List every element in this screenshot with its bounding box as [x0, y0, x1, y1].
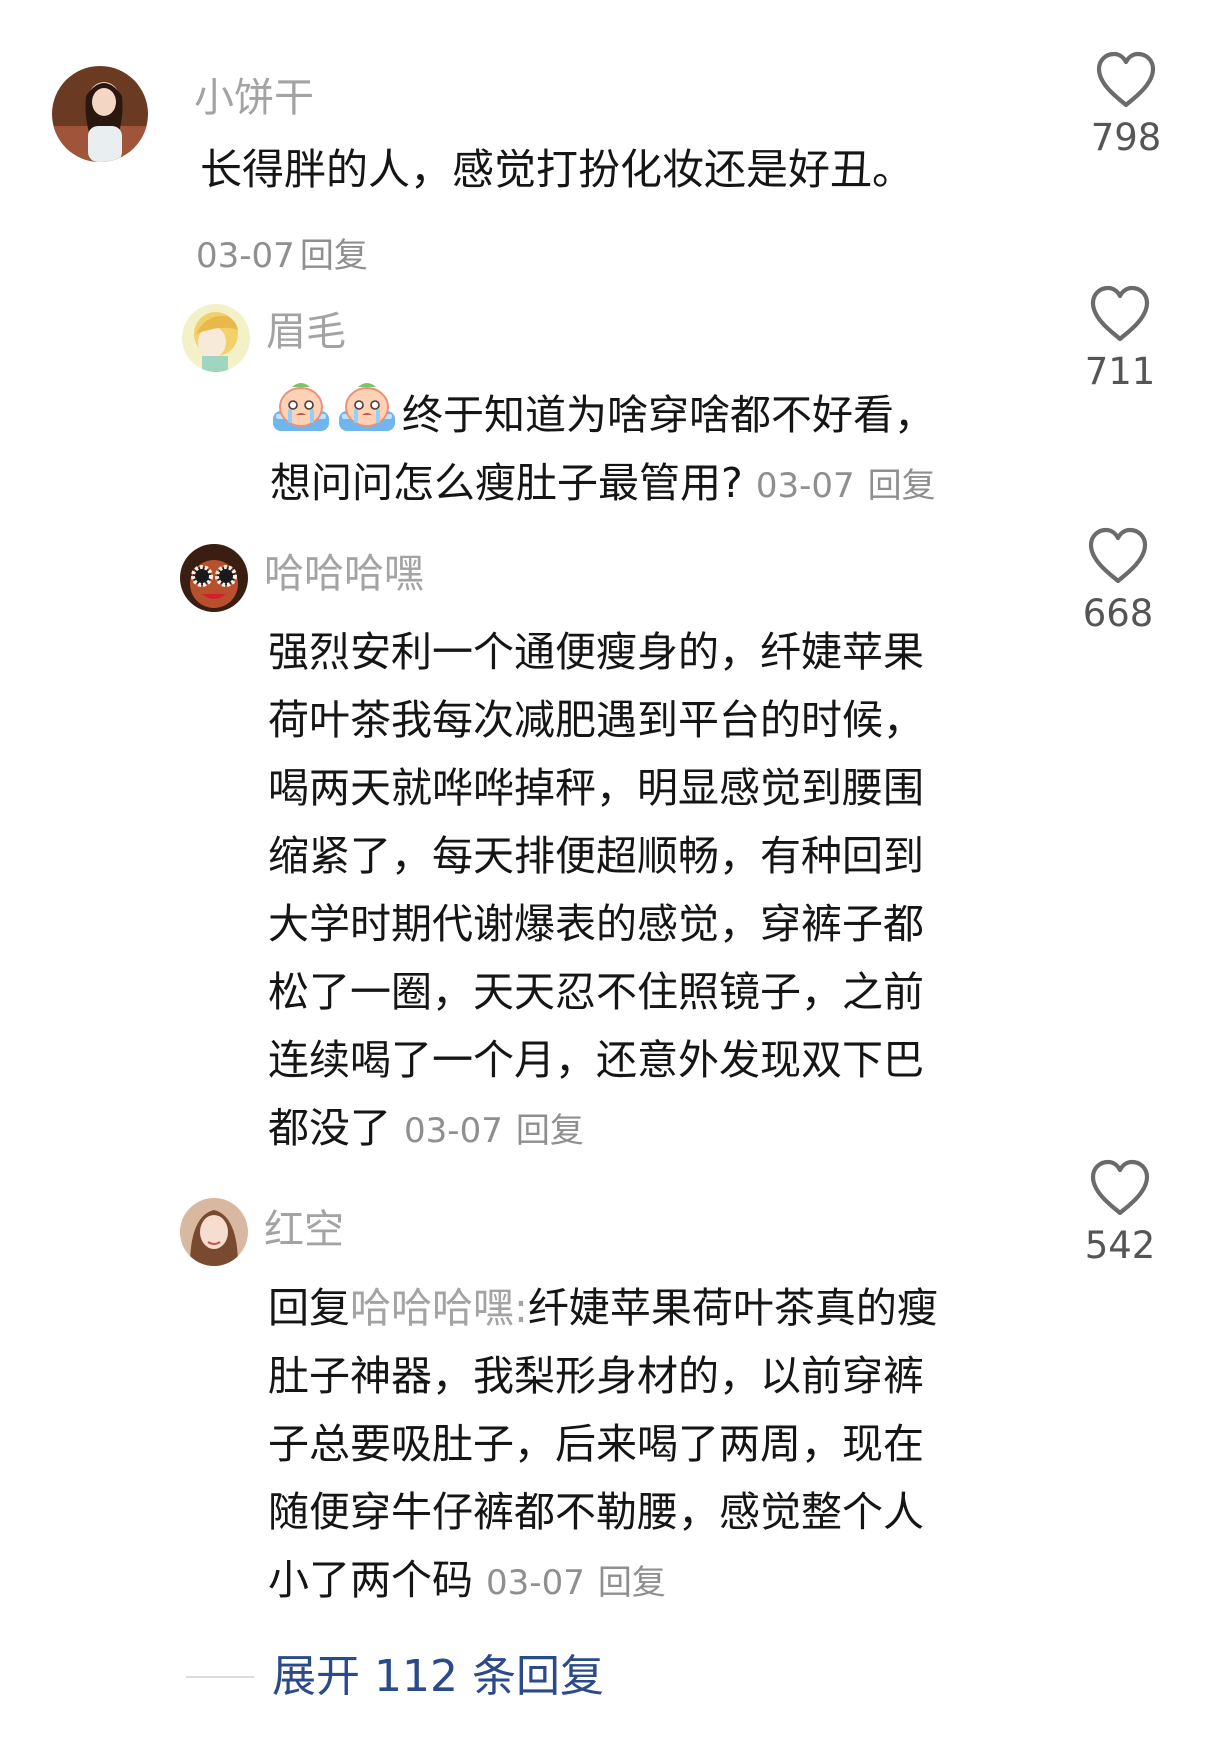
username[interactable]: 眉毛 — [266, 310, 346, 354]
comment-meta: 03-07 回复 — [196, 228, 368, 277]
crying-emoji-icon — [270, 377, 332, 437]
like-button[interactable]: 798 — [1066, 50, 1186, 160]
comment-line: 大学时期代谢爆表的感觉，穿裤子都 — [268, 900, 924, 948]
comment-date: 03-07 — [755, 466, 855, 506]
reply-button[interactable]: 回复 — [598, 1563, 666, 1603]
like-button[interactable]: 668 — [1058, 526, 1178, 636]
comment-line: 强烈安利一个通便瘦身的，纤婕苹果 — [268, 628, 924, 676]
comment-line: 喝两天就哗哗掉秤，明显感觉到腰围 — [268, 764, 924, 812]
reply-button[interactable]: 回复 — [300, 236, 368, 276]
comment-date: 03-07 — [486, 1563, 585, 1603]
reply-button[interactable]: 回复 — [516, 1111, 584, 1151]
comment-line: 都没了 — [268, 1104, 391, 1152]
comment-line: 纤婕苹果荷叶茶真的瘦 — [527, 1284, 938, 1332]
avatar[interactable] — [180, 544, 248, 612]
heart-outline-icon — [1094, 50, 1158, 110]
comment-date: 03-07 — [404, 1111, 503, 1151]
comment-line: 小了两个码 — [268, 1556, 473, 1604]
like-count: 668 — [1082, 592, 1154, 635]
comment-line: 缩紧了，每天排便超顺畅，有种回到 — [268, 832, 924, 880]
reply-prefix: 回复 — [268, 1284, 350, 1332]
comment-date: 03-07 — [196, 236, 295, 276]
like-button[interactable]: 542 — [1060, 1158, 1180, 1268]
heart-outline-icon — [1088, 1158, 1152, 1218]
comment-line: 连续喝了一个月，还意外发现双下巴 — [268, 1036, 924, 1084]
avatar[interactable] — [52, 66, 148, 162]
divider — [186, 1676, 254, 1678]
comment-line: 随便穿牛仔裤都不勒腰，感觉整个人 — [268, 1488, 924, 1536]
crying-emoji-icon — [336, 377, 398, 437]
comment-text: 长得胖的人，感觉打扮化妆还是好丑。 — [200, 136, 914, 204]
reply-button[interactable]: 回复 — [868, 466, 936, 506]
like-button[interactable]: 711 — [1060, 284, 1180, 394]
comment-line: 松了一圈，天天忍不住照镜子，之前 — [268, 968, 924, 1016]
comment-line: 荷叶茶我每次减肥遇到平台的时候， — [268, 696, 924, 744]
avatar[interactable] — [182, 304, 250, 372]
username[interactable]: 哈哈哈嘿 — [264, 552, 424, 596]
expand-replies-row[interactable]: 展开 112 条回复 — [186, 1650, 604, 1704]
comment-text: 回复哈哈哈嘿:纤婕苹果荷叶茶真的瘦 肚子神器，我梨形身材的，以前穿裤 子总要吸肚… — [268, 1274, 938, 1617]
mention-link[interactable]: 哈哈哈嘿: — [350, 1284, 528, 1332]
comment-text: 终于知道为啥穿啥都不好看， 想问问怎么瘦肚子最管用? 03-07 回复 — [270, 377, 936, 520]
comment-line: 子总要吸肚子，后来喝了两周，现在 — [268, 1420, 924, 1468]
heart-outline-icon — [1086, 526, 1150, 586]
comment-line: 终于知道为啥穿啥都不好看， — [402, 391, 935, 439]
like-count: 711 — [1084, 350, 1156, 393]
comment-line: 长得胖的人，感觉打扮化妆还是好丑。 — [200, 145, 915, 194]
like-count: 798 — [1090, 116, 1162, 159]
username[interactable]: 红空 — [264, 1208, 344, 1252]
heart-outline-icon — [1088, 284, 1152, 344]
username[interactable]: 小饼干 — [194, 76, 314, 120]
comment-line: 想问问怎么瘦肚子最管用? — [270, 459, 743, 507]
comment-text: 强烈安利一个通便瘦身的，纤婕苹果 荷叶茶我每次减肥遇到平台的时候， 喝两天就哗哗… — [268, 618, 924, 1165]
expand-replies-button[interactable]: 展开 112 条回复 — [272, 1650, 604, 1704]
like-count: 542 — [1084, 1224, 1156, 1267]
avatar[interactable] — [180, 1198, 248, 1266]
comment-line: 肚子神器，我梨形身材的，以前穿裤 — [268, 1352, 924, 1400]
